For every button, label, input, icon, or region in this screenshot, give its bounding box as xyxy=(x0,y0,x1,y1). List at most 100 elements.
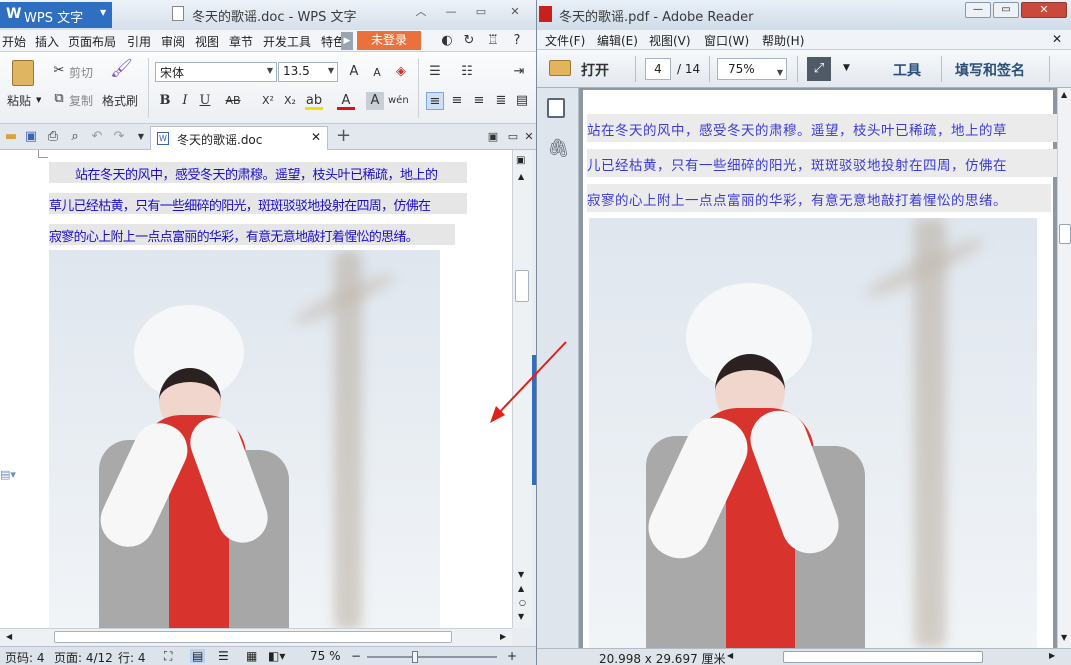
scroll-left-icon[interactable]: ◀ xyxy=(727,651,733,660)
pdf-vertical-scrollbar[interactable]: ▲ ▼ xyxy=(1057,88,1071,648)
strikethrough-icon[interactable]: AB xyxy=(224,92,242,110)
side-doc-icon[interactable]: ▤▾ xyxy=(0,468,16,481)
menu-scroll-right-icon[interactable]: ▶ xyxy=(341,32,353,50)
document-paragraph-line[interactable]: 寂寥的心上附上一点点富丽的华彩，有意无意地敲打着惺忪的思绪。 xyxy=(49,224,455,245)
menu-file[interactable]: 文件(F) xyxy=(545,32,585,49)
sync-icon[interactable]: ↻ xyxy=(460,32,478,50)
chevron-down-icon[interactable]: ▼ xyxy=(36,96,41,104)
reading-view-icon[interactable]: ◧▾ xyxy=(268,649,285,663)
font-size-select[interactable]: 13.5 ▼ xyxy=(278,62,338,82)
menu-view[interactable]: 视图(V) xyxy=(649,32,691,49)
open-button[interactable]: 打开 xyxy=(581,60,609,80)
close-button[interactable]: ✕ xyxy=(504,4,526,20)
wps-document-area[interactable]: 站在冬天的风中，感受冬天的肃穆。遥望，枝头叶已稀疏，地上的 草儿已经枯黄，只有一… xyxy=(0,150,512,628)
attachments-icon[interactable]: 🖇 xyxy=(547,138,570,159)
copy-button[interactable]: 复制 xyxy=(69,92,93,109)
page-view-icon[interactable]: ▤ xyxy=(190,649,206,663)
indent-icon[interactable]: ⇥ xyxy=(510,63,528,81)
ruler-toggle-icon[interactable]: ▣ xyxy=(516,155,525,166)
document-tab[interactable]: W 冬天的歌谣.doc ✕ xyxy=(150,126,328,150)
menu-help[interactable]: 帮助(H) xyxy=(762,32,804,49)
tab-featured[interactable]: 特色 xyxy=(321,33,341,50)
minimize-button[interactable]: — xyxy=(440,4,462,20)
clear-format-icon[interactable]: ◈ xyxy=(392,63,410,81)
pdf-text-line[interactable]: 儿已经枯黄，只有一些细碎的阳光，斑斑驳驳地投射在四周，仿佛在 xyxy=(587,149,1057,177)
pdf-text-line[interactable]: 寂寥的心上附上一点点富丽的华彩，有意无意地敲打着惺忪的思绪。 xyxy=(587,184,1051,212)
collapse-ribbon-icon[interactable]: ︿ xyxy=(410,4,432,20)
scroll-down-icon[interactable]: ▼ xyxy=(1061,633,1067,642)
fit-page-icon[interactable]: ⤢ xyxy=(807,57,831,81)
prev-page-icon[interactable]: ▲ xyxy=(518,584,524,593)
maximize-button[interactable]: ▭ xyxy=(470,4,492,20)
phonetic-guide-icon[interactable]: wén xyxy=(388,92,409,110)
numbered-list-icon[interactable]: ☷ xyxy=(458,63,476,81)
menu-window[interactable]: 窗口(W) xyxy=(704,32,749,49)
web-view-icon[interactable]: ▦ xyxy=(246,649,257,663)
shrink-font-icon[interactable]: A xyxy=(368,64,386,82)
customize-dropdown-icon[interactable]: ▼ xyxy=(132,128,150,146)
justify-icon[interactable]: ≣ xyxy=(492,92,510,110)
wps-horizontal-scrollbar[interactable]: ◀ ▶ xyxy=(0,628,512,646)
bullet-list-icon[interactable]: ☰ xyxy=(426,63,444,81)
scroll-thumb[interactable] xyxy=(515,270,529,302)
scroll-up-icon[interactable]: ▲ xyxy=(518,172,524,181)
shirt-icon[interactable]: ♖ xyxy=(484,32,502,50)
help-icon[interactable]: ? xyxy=(508,32,526,50)
print-preview-icon[interactable]: ⌕ xyxy=(66,128,84,146)
scroll-down-icon[interactable]: ▼ xyxy=(518,570,524,579)
document-paragraph-line[interactable]: 草儿已经枯黄，只有一些细碎的阳光，斑斑驳驳地投射在四周，仿佛在 xyxy=(49,193,467,214)
close-button[interactable]: ✕ xyxy=(1021,2,1067,18)
login-button[interactable]: 未登录 xyxy=(357,31,421,50)
tab-chapter[interactable]: 章节 xyxy=(229,33,253,50)
h-scroll-thumb[interactable] xyxy=(783,651,983,663)
tools-button[interactable]: 工具 xyxy=(893,60,921,80)
zoom-in-icon[interactable]: + xyxy=(507,649,517,663)
grow-font-icon[interactable]: A xyxy=(345,63,363,81)
align-center-icon[interactable]: ≡ xyxy=(448,92,466,110)
format-painter-button[interactable]: 格式刷 xyxy=(102,92,138,109)
close-document-icon[interactable]: ✕ xyxy=(1052,32,1062,46)
tab-home[interactable]: 开始 xyxy=(2,33,26,50)
font-color-icon[interactable]: A xyxy=(337,92,355,110)
tab-review[interactable]: 审阅 xyxy=(161,33,185,50)
menu-edit[interactable]: 编辑(E) xyxy=(597,32,638,49)
underline-icon[interactable]: U xyxy=(196,92,214,110)
font-name-select[interactable]: 宋体 ▼ xyxy=(155,62,277,82)
align-left-icon[interactable]: ≡ xyxy=(426,92,444,110)
tab-list-icon[interactable]: ▣ xyxy=(484,128,502,146)
char-shading-icon[interactable]: A xyxy=(366,92,384,110)
scroll-thumb[interactable] xyxy=(1059,224,1071,244)
tab-insert[interactable]: 插入 xyxy=(35,33,59,50)
scroll-up-icon[interactable]: ▲ xyxy=(1061,90,1067,99)
scroll-right-icon[interactable]: ▶ xyxy=(500,632,506,641)
subscript-icon[interactable]: X₂ xyxy=(281,92,299,110)
outline-view-icon[interactable]: ☰ xyxy=(218,649,229,663)
toolbar-options-icon[interactable]: ▼ xyxy=(843,63,850,73)
maximize-button[interactable]: ▭ xyxy=(993,2,1019,18)
open-folder-icon[interactable]: ▬ xyxy=(2,128,20,146)
tab-view[interactable]: 视图 xyxy=(195,33,219,50)
paste-button[interactable]: 粘贴 xyxy=(7,92,31,109)
save-icon[interactable]: ▣ xyxy=(22,128,40,146)
h-scroll-thumb[interactable] xyxy=(54,631,452,643)
pdf-page[interactable]: 站在冬天的风中，感受冬天的肃穆。遥望，枝头叶已稀疏，地上的草 儿已经枯黄，只有一… xyxy=(583,90,1057,648)
page-thumbnails-icon[interactable] xyxy=(547,98,565,118)
minimize-button[interactable]: — xyxy=(965,2,991,18)
scroll-right-icon[interactable]: ▶ xyxy=(1049,651,1055,660)
pdf-document-view[interactable]: 站在冬天的风中，感受冬天的肃穆。遥望，枝头叶已稀疏，地上的草 儿已经枯黄，只有一… xyxy=(579,88,1057,648)
wps-app-button[interactable]: W WPS 文字 ▼ xyxy=(0,2,112,28)
bold-icon[interactable]: B xyxy=(156,92,174,110)
close-doc-icon[interactable]: ✕ xyxy=(520,128,536,146)
document-paragraph-line[interactable]: 站在冬天的风中，感受冬天的肃穆。遥望，枝头叶已稀疏，地上的 xyxy=(49,162,467,183)
zoom-out-icon[interactable]: − xyxy=(351,649,361,663)
tab-page-layout[interactable]: 页面布局 xyxy=(68,33,116,50)
superscript-icon[interactable]: X² xyxy=(259,92,277,110)
redo-icon[interactable]: ↷ xyxy=(110,128,128,146)
zoom-slider-track[interactable] xyxy=(367,656,497,658)
tab-references[interactable]: 引用 xyxy=(127,33,151,50)
pdf-text-line[interactable]: 站在冬天的风中，感受冬天的肃穆。遥望，枝头叶已稀疏，地上的草 xyxy=(587,114,1057,142)
tab-developer[interactable]: 开发工具 xyxy=(263,33,311,50)
undo-icon[interactable]: ↶ xyxy=(88,128,106,146)
page-number-input[interactable]: 4 xyxy=(645,58,671,80)
distribute-icon[interactable]: ▤ xyxy=(513,92,531,110)
